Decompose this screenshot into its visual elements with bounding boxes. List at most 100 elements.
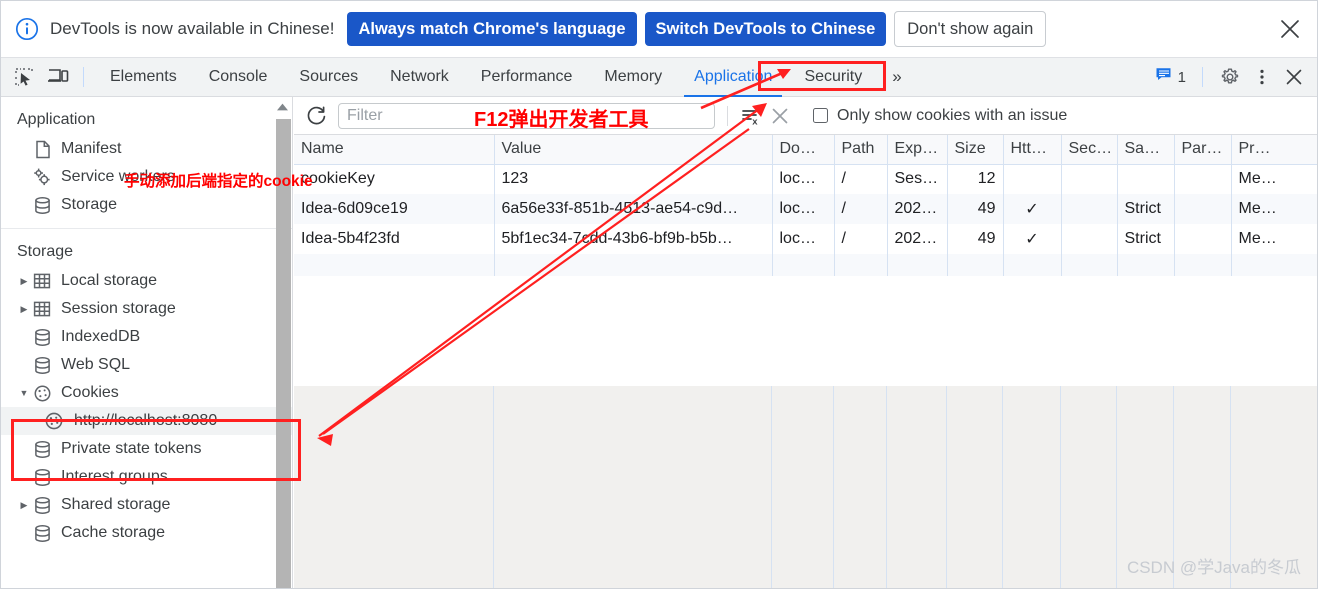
cell-secure [1061,194,1118,224]
chevron-right-icon[interactable]: ▶ [17,500,31,511]
switch-devtools-language-button[interactable]: Switch DevTools to Chinese [644,11,887,47]
cell-path: / [834,164,888,194]
device-toolbar-icon[interactable] [43,63,73,91]
cookies-panel: x Only show cookies with an issue Name [294,97,1317,588]
chevron-right-icon[interactable]: ▶ [17,276,31,287]
sidebar-item-interest-groups[interactable]: ▶ Interest groups [1,463,292,491]
application-sidebar: Application ▶ Manifest ▶ [1,97,293,588]
empty-cell [947,254,1004,276]
column-header-partitionkey[interactable]: Par… [1174,135,1232,165]
only-issues-checkbox-wrapper[interactable]: Only show cookies with an issue [813,107,1067,125]
chevron-right-icon[interactable]: ▶ [17,304,31,315]
tab-network[interactable]: Network [374,58,465,97]
empty-cell [294,254,495,276]
cookies-table: Name Value Do… Path Exp… Size Htt… Sec… … [294,135,1317,276]
sidebar-item-cookie-origin[interactable]: http://localhost:8080 [1,407,292,435]
storage-database-icon [31,496,53,515]
close-icon[interactable] [1275,14,1305,44]
language-notification-bar: DevTools is now available in Chinese! Al… [1,1,1317,58]
sidebar-item-cookies[interactable]: ▼ Cookies [1,379,292,407]
cell-domain: loc… [772,224,835,254]
table-row[interactable]: cookieKey 123 loc… / Ses… 12 Me… [294,164,1317,194]
cell-priority: Me… [1231,164,1317,194]
table-empty-row [294,254,1317,276]
table-empty-area [294,386,1317,588]
sidebar-item-service-workers[interactable]: ▶ Service workers [1,163,292,191]
table-row[interactable]: Idea-6d09ce19 6a56e33f-851b-4513-ae54-c9… [294,194,1317,224]
sidebar-item-cache-storage[interactable]: ▶ Cache storage [1,519,292,547]
sidebar-item-manifest[interactable]: ▶ Manifest [1,135,292,163]
empty-cell [1003,254,1062,276]
tab-sources[interactable]: Sources [283,58,374,97]
column-header-secure[interactable]: Sec… [1061,135,1118,165]
only-issues-checkbox[interactable] [813,108,828,123]
more-tabs-chevron-icon[interactable]: » [878,67,914,87]
column-header-domain[interactable]: Do… [772,135,835,165]
always-match-language-button[interactable]: Always match Chrome's language [347,11,637,47]
column-header-samesite[interactable]: Sa… [1117,135,1175,165]
tab-security[interactable]: Security [788,58,878,97]
toolbar-divider [727,105,728,126]
empty-cell [1231,254,1317,276]
tab-performance[interactable]: Performance [465,58,589,97]
sidebar-item-private-state-tokens[interactable]: ▶ Private state tokens [1,435,292,463]
scroll-up-arrow-icon[interactable] [274,99,290,115]
column-header-value[interactable]: Value [494,135,773,165]
issues-count: 1 [1177,68,1186,86]
tab-console[interactable]: Console [193,58,284,97]
tab-application[interactable]: Application [678,58,788,97]
cell-size: 49 [947,194,1004,224]
chevron-down-icon[interactable]: ▼ [17,388,31,398]
issues-message-icon [1155,66,1172,88]
delete-cookie-icon[interactable] [765,103,795,129]
column-header-httponly[interactable]: Htt… [1003,135,1062,165]
sidebar-item-label: Cache storage [61,524,166,541]
cookie-icon [31,384,53,403]
kebab-menu-icon[interactable] [1247,63,1277,91]
column-header-expires[interactable]: Exp… [887,135,948,165]
column-header-name[interactable]: Name [294,135,495,165]
tab-elements[interactable]: Elements [94,58,193,97]
inspect-element-icon[interactable] [9,63,39,91]
filter-input[interactable] [338,102,715,129]
cell-httponly [1003,164,1062,194]
column-header-path[interactable]: Path [834,135,888,165]
cell-value: 6a56e33f-851b-4513-ae54-c9d… [494,194,773,224]
cell-samesite: Strict [1117,194,1175,224]
cell-value: 5bf1ec34-7cdd-43b6-bf9b-b5b… [494,224,773,254]
gear-icon[interactable] [1215,63,1245,91]
column-header-size[interactable]: Size [947,135,1004,165]
sidebar-item-storage[interactable]: ▶ Storage [1,191,292,219]
table-grid-icon [31,272,53,290]
column-header-priority[interactable]: Pr… [1231,135,1317,165]
close-devtools-icon[interactable] [1279,63,1309,91]
cell-path: / [834,194,888,224]
tab-label: Memory [604,68,663,85]
sidebar-item-label: Storage [61,196,118,213]
cell-name: Idea-5b4f23fd [294,224,495,254]
clear-list-icon[interactable]: x [737,103,765,129]
sidebar-item-web-sql[interactable]: ▶ Web SQL [1,351,292,379]
cell-expires: 202… [887,194,948,224]
cell-path: / [834,224,888,254]
sidebar-item-label: http://localhost:8080 [74,412,218,429]
cookies-toolbar: x Only show cookies with an issue [294,97,1317,135]
cell-samesite: Strict [1117,224,1175,254]
sidebar-section-storage: Storage ▶ Local storage ▶ Session storag… [1,229,292,556]
sidebar-scrollbar[interactable] [276,119,291,588]
sidebar-item-shared-storage[interactable]: ▶ Shared storage [1,491,292,519]
sidebar-item-session-storage[interactable]: ▶ Session storage [1,295,292,323]
tab-memory[interactable]: Memory [588,58,678,97]
sidebar-item-indexeddb[interactable]: ▶ IndexedDB [1,323,292,351]
issues-button[interactable]: 1 [1149,66,1192,88]
table-row[interactable]: Idea-5b4f23fd 5bf1ec34-7cdd-43b6-bf9b-b5… [294,224,1317,254]
sidebar-item-local-storage[interactable]: ▶ Local storage [1,267,292,295]
refresh-icon[interactable] [302,102,332,130]
dont-show-again-button[interactable]: Don't show again [894,10,1047,48]
tab-label: Console [208,68,268,85]
cell-priority: Me… [1231,194,1317,224]
empty-cell [887,254,948,276]
storage-database-icon [31,356,53,375]
empty-cell [1174,254,1232,276]
service-workers-gears-icon [31,167,53,187]
